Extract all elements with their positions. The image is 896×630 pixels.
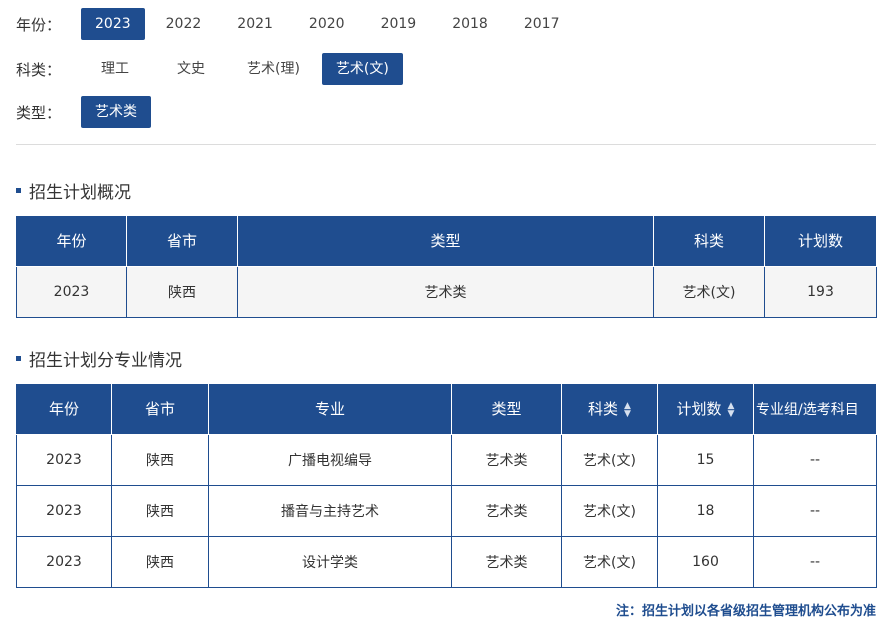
year-option-2018[interactable]: 2018 xyxy=(438,8,502,40)
footnote: 注：招生计划以各省级招生管理机构公布为准 xyxy=(615,604,876,619)
table-row: 2023 陕西 广播电视编导 艺术类 艺术(文) 15 -- xyxy=(16,433,877,486)
year-option-2020[interactable]: 2020 xyxy=(295,8,359,40)
cell-type: 艺术类 xyxy=(451,535,562,588)
type-option-art[interactable]: 艺术类 xyxy=(81,96,151,128)
cell-plan-count: 15 xyxy=(657,433,754,486)
cell-type: 艺术类 xyxy=(237,265,654,318)
cell-major: 播音与主持艺术 xyxy=(208,484,452,537)
cell-type: 艺术类 xyxy=(451,484,562,537)
header-plan-count-sortable[interactable]: 计划数 ▲ ▼ xyxy=(657,384,754,435)
cell-subject: 艺术(文) xyxy=(561,535,658,588)
year-filter-label: 年份： xyxy=(16,15,62,34)
year-option-2017[interactable]: 2017 xyxy=(510,8,574,40)
bullet-icon xyxy=(16,188,21,193)
cell-major-group: -- xyxy=(753,433,877,486)
header-subject: 科类 xyxy=(653,216,765,267)
cell-subject: 艺术(文) xyxy=(561,484,658,537)
cell-plan-count: 160 xyxy=(657,535,754,588)
cell-major-group: -- xyxy=(753,535,877,588)
year-option-2023[interactable]: 2023 xyxy=(81,8,145,40)
cell-year: 2023 xyxy=(16,484,112,537)
header-plan-count: 计划数 xyxy=(764,216,877,267)
header-province: 省市 xyxy=(126,216,238,267)
header-year: 年份 xyxy=(16,216,127,267)
subject-option-art-science[interactable]: 艺术(理) xyxy=(233,53,314,85)
cell-major: 设计学类 xyxy=(208,535,452,588)
cell-province: 陕西 xyxy=(126,265,238,318)
cell-year: 2023 xyxy=(16,433,112,486)
subject-option-art-liberal[interactable]: 艺术(文) xyxy=(321,53,403,85)
year-option-2019[interactable]: 2019 xyxy=(367,8,431,40)
subject-option-science[interactable]: 理工 xyxy=(81,53,149,85)
overview-title-text: 招生计划概况 xyxy=(29,183,131,203)
header-plan-count-label: 计划数 xyxy=(676,400,722,419)
cell-type: 艺术类 xyxy=(451,433,562,486)
majors-table: 年份 省市 专业 类型 科类 ▲ ▼ 计划数 ▲ ▼ 专业组/选考科目 2023 陕西 … xyxy=(16,384,877,588)
cell-plan-count: 193 xyxy=(764,265,877,318)
table-header-row: 年份 省市 专业 类型 科类 ▲ ▼ 计划数 ▲ ▼ 专业组/选考科目 xyxy=(16,384,877,435)
cell-province: 陕西 xyxy=(111,433,209,486)
header-type: 类型 xyxy=(451,384,562,435)
header-subject-label: 科类 xyxy=(588,400,619,419)
bullet-icon xyxy=(16,356,21,361)
cell-year: 2023 xyxy=(16,535,112,588)
cell-major: 广播电视编导 xyxy=(208,433,452,486)
subject-filter-label: 科类： xyxy=(16,60,62,79)
subject-option-liberal-arts[interactable]: 文史 xyxy=(157,53,225,85)
cell-province: 陕西 xyxy=(111,535,209,588)
majors-section-title: 招生计划分专业情况 xyxy=(16,346,182,371)
header-province: 省市 xyxy=(111,384,209,435)
year-option-2021[interactable]: 2021 xyxy=(223,8,287,40)
divider xyxy=(16,144,876,145)
sort-arrows-icon[interactable]: ▲ ▼ xyxy=(624,401,631,418)
cell-subject: 艺术(文) xyxy=(561,433,658,486)
type-filter-label: 类型： xyxy=(16,103,62,122)
table-header-row: 年份 省市 类型 科类 计划数 xyxy=(16,216,877,267)
cell-plan-count: 18 xyxy=(657,484,754,537)
header-year: 年份 xyxy=(16,384,112,435)
header-subject-sortable[interactable]: 科类 ▲ ▼ xyxy=(561,384,658,435)
subject-filter: 科类： 理工 文史 艺术(理) 艺术(文) xyxy=(16,53,403,85)
header-major: 专业 xyxy=(208,384,452,435)
overview-section-title: 招生计划概况 xyxy=(16,178,131,203)
cell-major-group: -- xyxy=(753,484,877,537)
year-filter: 年份： 2023 2022 2021 2020 2019 2018 2017 xyxy=(16,8,573,40)
header-major-group: 专业组/选考科目 xyxy=(753,384,877,435)
header-type: 类型 xyxy=(237,216,654,267)
type-filter: 类型： 艺术类 xyxy=(16,96,151,128)
majors-title-text: 招生计划分专业情况 xyxy=(29,351,182,371)
table-row: 2023 陕西 设计学类 艺术类 艺术(文) 160 -- xyxy=(16,535,877,588)
cell-subject: 艺术(文) xyxy=(653,265,765,318)
overview-table: 年份 省市 类型 科类 计划数 2023 陕西 艺术类 艺术(文) 193 xyxy=(16,216,877,318)
cell-year: 2023 xyxy=(16,265,127,318)
table-row: 2023 陕西 播音与主持艺术 艺术类 艺术(文) 18 -- xyxy=(16,484,877,537)
sort-arrows-icon[interactable]: ▲ ▼ xyxy=(728,401,735,418)
table-row: 2023 陕西 艺术类 艺术(文) 193 xyxy=(16,265,877,318)
year-option-2022[interactable]: 2022 xyxy=(152,8,216,40)
cell-province: 陕西 xyxy=(111,484,209,537)
